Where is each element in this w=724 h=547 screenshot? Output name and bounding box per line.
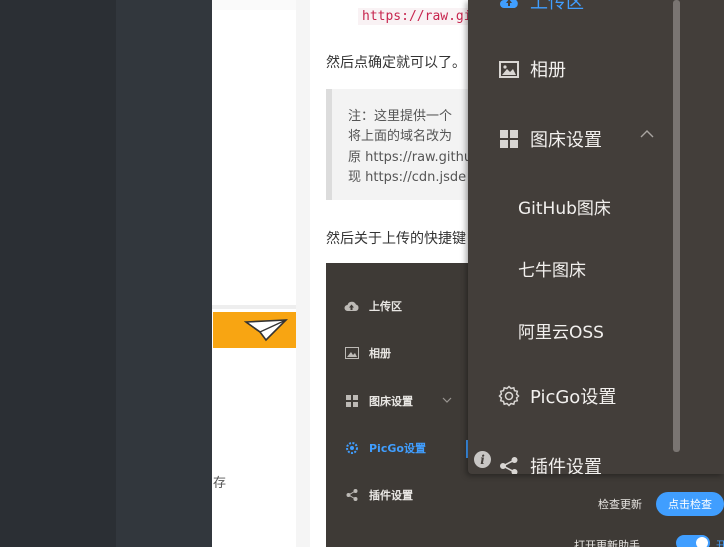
- image-icon: [498, 58, 520, 80]
- code-link[interactable]: https://raw.git: [358, 8, 484, 25]
- cloud-upload-icon: [498, 0, 520, 12]
- helper-label-text: 打开更新助手: [574, 539, 640, 547]
- sidebar-divider: [212, 305, 296, 309]
- shot-menu-bed-settings: 图床设置: [344, 391, 413, 411]
- menu-sub-qiniu[interactable]: 七牛图床: [518, 254, 586, 282]
- shot-menu-label: 插件设置: [369, 489, 413, 502]
- gear-icon: [344, 441, 359, 456]
- share-icon: [344, 488, 359, 503]
- menu-picgo-settings[interactable]: PicGo设置: [498, 381, 616, 411]
- note-line: 将上面的域名改为: [348, 129, 453, 144]
- check-update-label: 检查更新: [598, 498, 642, 511]
- popup-scrollbar[interactable]: [673, 0, 680, 452]
- share-icon: [498, 455, 520, 474]
- shot-menu-plugin-settings: 插件设置: [344, 485, 413, 505]
- shot-menu-album: 相册: [344, 343, 391, 363]
- shot-menu-upload: 上传区: [344, 296, 402, 316]
- menu-album[interactable]: 相册: [498, 54, 566, 84]
- grid-icon: [498, 128, 520, 150]
- shot-menu-picgo-settings: PicGo设置: [344, 438, 426, 458]
- cloud-upload-icon: [344, 299, 359, 314]
- shot-menu-label: 图床设置: [369, 395, 413, 408]
- shot-menu-label: PicGo设置: [369, 442, 426, 455]
- check-update-button[interactable]: 点击检查: [656, 492, 724, 516]
- menu-plugin-settings[interactable]: 插件设置: [498, 451, 602, 474]
- toggle-knob: [696, 537, 708, 547]
- content-gutter: [296, 0, 310, 547]
- image-icon: [344, 346, 359, 361]
- note-line: 原 https://raw.githu: [348, 150, 473, 165]
- update-helper-toggle[interactable]: [676, 535, 710, 547]
- menu-upload[interactable]: 上传区: [498, 0, 584, 16]
- desktop-left-strip: [0, 0, 116, 547]
- menu-bed-settings-label: 图床设置: [530, 130, 602, 151]
- menu-upload-label: 上传区: [530, 0, 584, 13]
- menu-picgo-settings-label: PicGo设置: [530, 387, 617, 408]
- menu-sub-aliyun[interactable]: 阿里云OSS: [518, 316, 604, 344]
- chevron-up-icon: [640, 130, 654, 138]
- picgo-menu-popup: 上传区 相册 图床设置 GitHub图床 七牛图床 阿里云OSS PicGo设置…: [468, 0, 724, 474]
- shot-menu-label: 相册: [369, 347, 391, 360]
- page-sidebar: [212, 0, 296, 547]
- note-line: 注：这里提供一个: [348, 109, 453, 124]
- desktop-left-panel: [116, 0, 212, 547]
- menu-plugin-settings-label: 插件设置: [530, 457, 602, 474]
- info-icon[interactable]: i: [474, 451, 491, 468]
- menu-sub-github[interactable]: GitHub图床: [518, 192, 611, 220]
- menu-bed-settings[interactable]: 图床设置: [498, 124, 602, 154]
- grid-icon: [344, 394, 359, 409]
- toggle-on-label: 开: [716, 539, 724, 547]
- paragraph-confirm: 然后点确定就可以了。: [326, 55, 466, 71]
- menu-album-label: 相册: [530, 60, 566, 81]
- note-line: 现 https://cdn.jsde: [348, 170, 467, 185]
- paragraph-shortcut: 然后关于上传的快捷键: [326, 231, 466, 247]
- shot-menu-label: 上传区: [369, 300, 402, 313]
- page-topbar: [212, 0, 302, 10]
- gear-icon: [498, 385, 520, 407]
- chevron-down-icon: [442, 397, 452, 403]
- paper-plane-icon: [244, 319, 288, 342]
- sidebar-save-text: 存: [213, 476, 227, 491]
